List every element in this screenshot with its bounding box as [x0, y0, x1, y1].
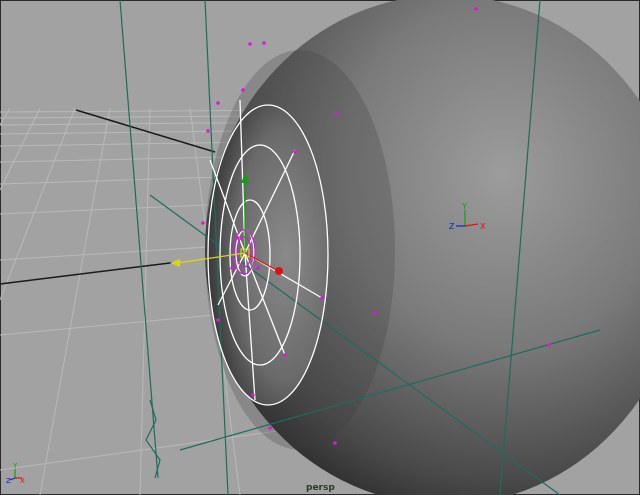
view-axis-indicator: Y X Z — [6, 462, 25, 484]
scene-canvas[interactable]: Y X Z — [0, 0, 640, 495]
pivot-axis-label-z: Z — [449, 222, 455, 231]
perspective-viewport[interactable]: Y X Z Y X Z persp — [0, 0, 640, 495]
corner-axis-label-y: Y — [12, 462, 18, 470]
pivot-axis-label-x: X — [480, 222, 486, 231]
camera-name-label: persp — [306, 483, 335, 493]
corner-axis-label-z: Z — [6, 477, 11, 484]
corner-axis-label-x: X — [20, 477, 25, 484]
pivot-axis-label-y: Y — [461, 202, 467, 211]
grid-axis-line — [0, 261, 179, 285]
iris-surface[interactable] — [208, 105, 328, 405]
